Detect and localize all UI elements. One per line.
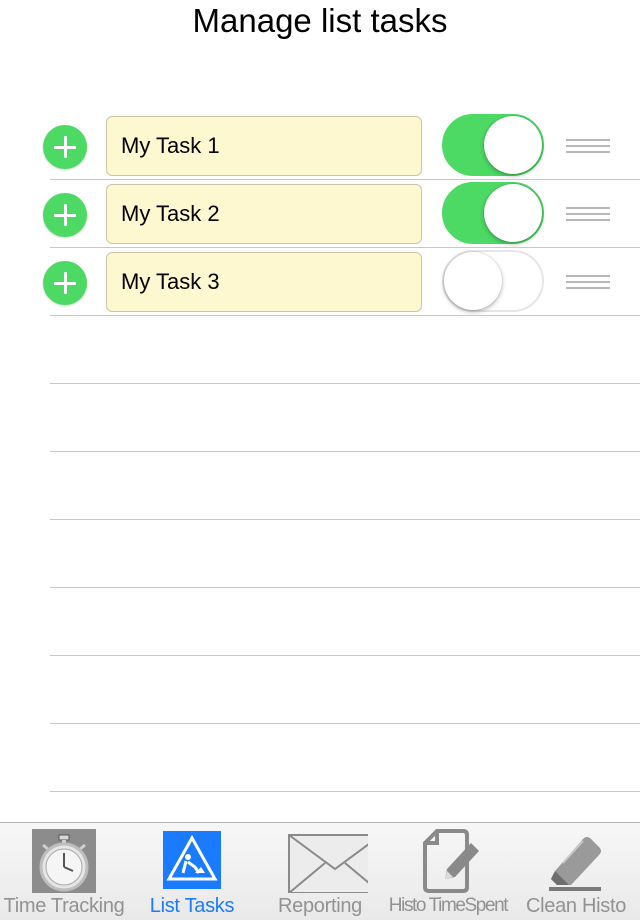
edit-document-icon [423, 829, 479, 893]
task-row [0, 180, 640, 248]
tab-time-tracking[interactable]: Time Tracking [0, 823, 128, 920]
tab-list-tasks[interactable]: List Tasks [128, 823, 256, 920]
page-title: Manage list tasks [192, 2, 448, 39]
add-task-button[interactable] [43, 125, 87, 169]
tab-label: Clean Histo [525, 895, 627, 917]
reorder-handle-icon[interactable] [566, 139, 610, 155]
task-enabled-toggle[interactable] [442, 182, 544, 244]
tab-reporting[interactable]: Reporting [256, 823, 384, 920]
task-name-field[interactable] [106, 252, 422, 312]
empty-row [0, 520, 640, 588]
reorder-handle-icon[interactable] [566, 275, 610, 291]
tab-label: List Tasks [149, 895, 235, 917]
add-task-button[interactable] [43, 193, 87, 237]
tab-bar: Time Tracking List Tasks Reporting Histo… [0, 822, 640, 920]
stopwatch-icon [32, 829, 96, 893]
toggle-knob [484, 116, 542, 174]
task-enabled-toggle[interactable] [442, 114, 544, 176]
envelope-icon [288, 834, 368, 893]
empty-row [0, 452, 640, 520]
task-enabled-toggle[interactable] [442, 250, 544, 312]
task-row [0, 248, 640, 316]
empty-row [0, 384, 640, 452]
empty-row [0, 588, 640, 656]
tab-label: Reporting [277, 895, 363, 917]
task-name-field[interactable] [106, 116, 422, 176]
task-name-field[interactable] [106, 184, 422, 244]
empty-row [0, 724, 640, 792]
roadwork-sign-icon [163, 831, 221, 889]
tab-clean-histo[interactable]: Clean Histo [512, 823, 640, 920]
empty-row [0, 316, 640, 384]
empty-row [0, 656, 640, 724]
task-list [0, 112, 640, 792]
task-row [0, 112, 640, 180]
reorder-handle-icon[interactable] [566, 207, 610, 223]
tab-label: Histo TimeSpent [388, 895, 509, 916]
tab-histo-timespent[interactable]: Histo TimeSpent [384, 823, 512, 920]
tab-label: Time Tracking [3, 895, 125, 917]
eraser-icon [549, 837, 601, 891]
add-task-button[interactable] [43, 261, 87, 305]
toggle-knob [484, 184, 542, 242]
toggle-knob [444, 252, 502, 310]
